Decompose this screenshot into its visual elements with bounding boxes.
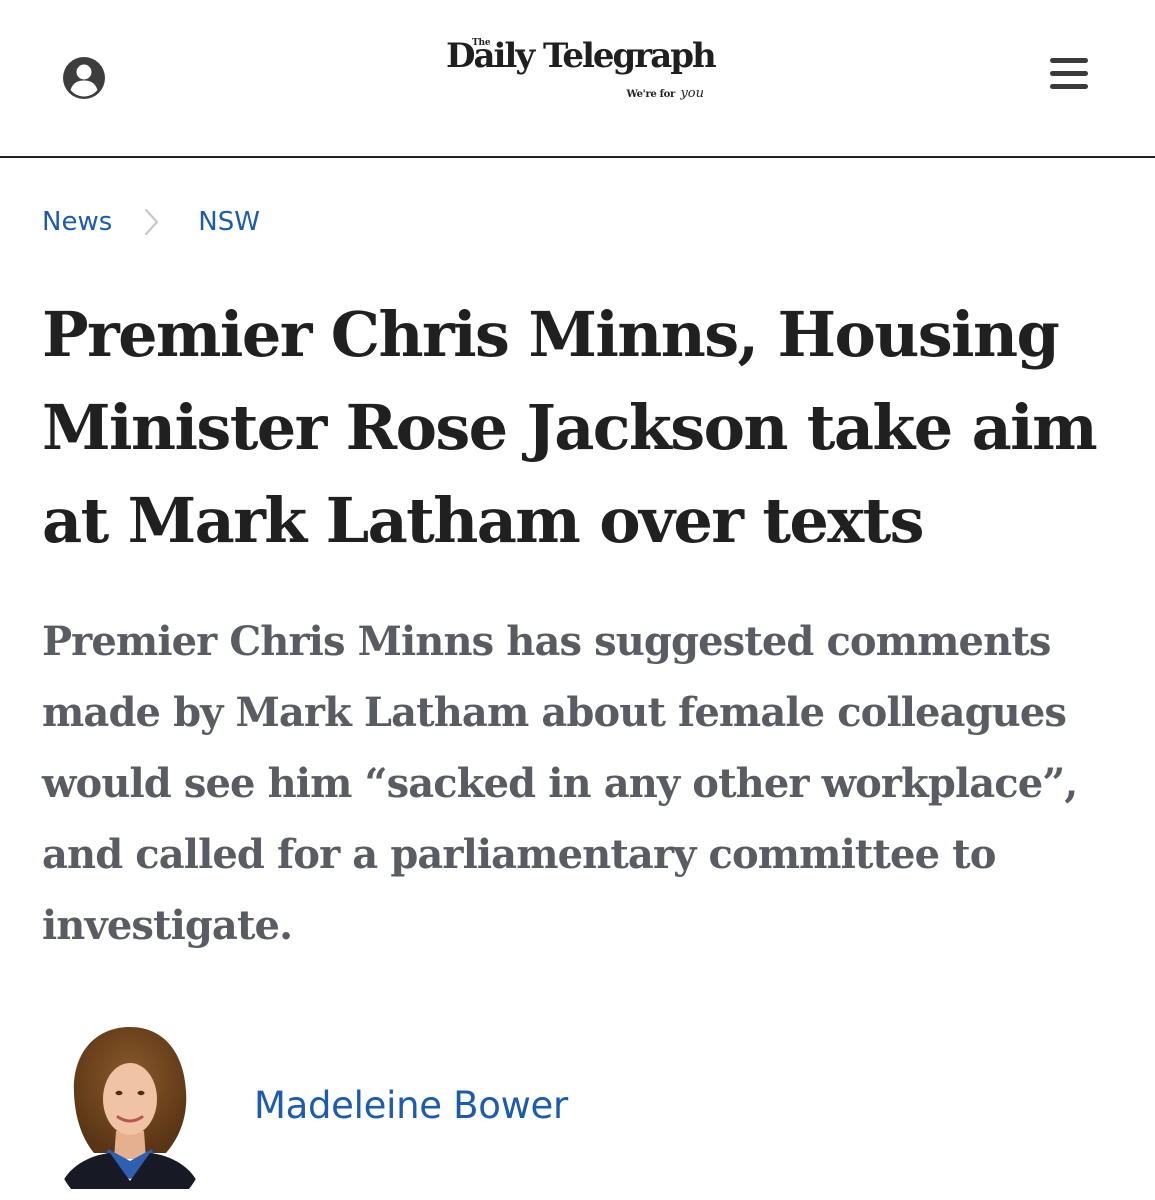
chevron-right-icon — [145, 208, 159, 236]
breadcrumb: News NSW — [42, 202, 260, 242]
hamburger-menu-button[interactable] — [1050, 58, 1092, 96]
logo-tagline: We're for you — [627, 84, 705, 102]
article-standfirst: Premier Chris Minns has suggested commen… — [42, 618, 1078, 949]
logo-wordmark: Daily Telegraph — [446, 36, 717, 76]
logo-tagline-script: you — [680, 86, 704, 101]
author-avatar[interactable] — [54, 1021, 206, 1189]
site-header: The Daily Telegraph We're for you — [0, 0, 1155, 158]
author-photo-icon — [54, 1021, 206, 1189]
account-circle-icon — [63, 57, 105, 99]
author-byline: Madeleine Bower — [54, 1020, 568, 1190]
site-logo[interactable]: The Daily Telegraph We're for you — [446, 34, 717, 106]
author-name-link[interactable]: Madeleine Bower — [254, 1084, 568, 1127]
breadcrumb-link-nsw[interactable]: NSW — [198, 207, 260, 237]
article-headline: Premier Chris Minns, Housing Minister Ro… — [42, 298, 1098, 557]
hamburger-menu-icon — [1050, 58, 1092, 89]
logo-tagline-text: We're for — [626, 89, 676, 100]
breadcrumb-link-news[interactable]: News — [42, 207, 112, 237]
account-button[interactable] — [60, 54, 108, 102]
